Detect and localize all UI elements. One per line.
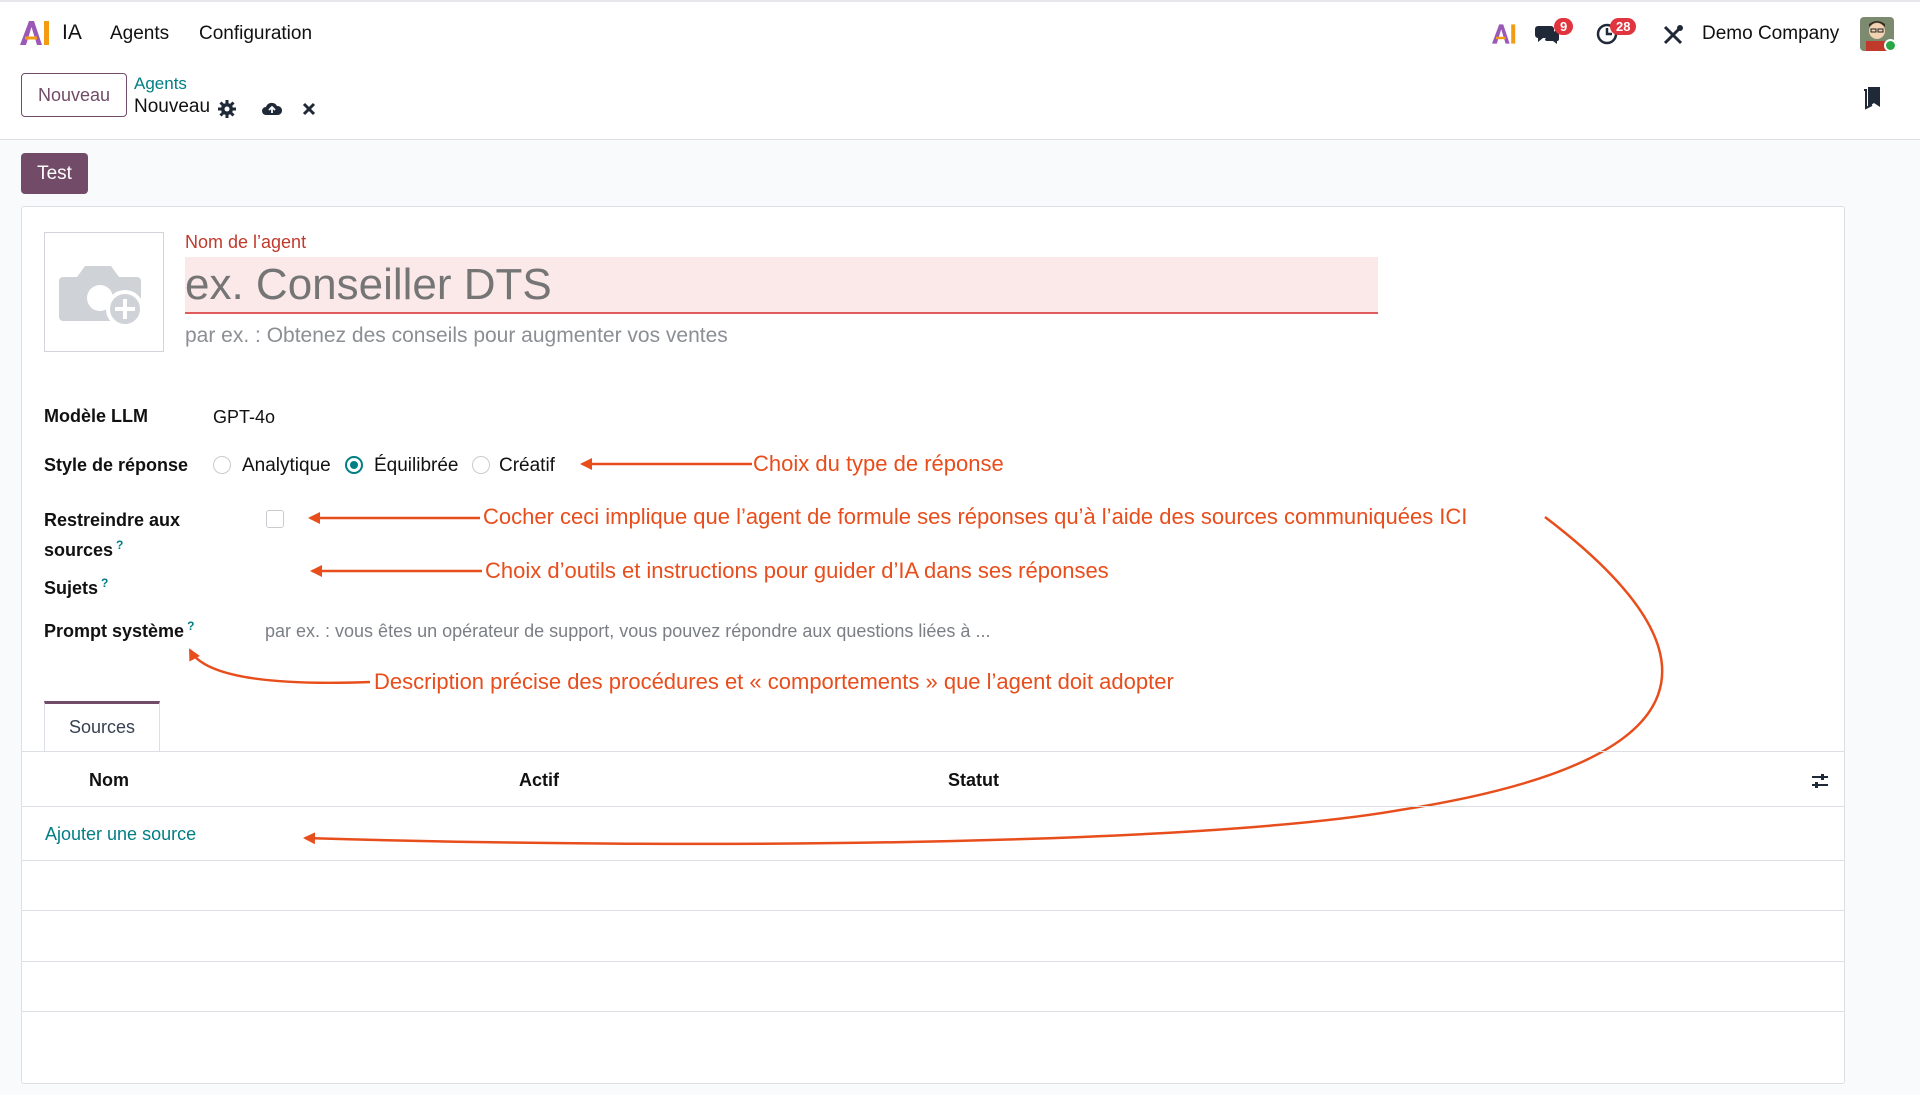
annotation-prompt: Description précise des procédures et « … (374, 669, 1174, 694)
column-statut[interactable]: Statut (948, 770, 999, 791)
annotation-topics: Choix d’outils et instructions pour guid… (485, 558, 1109, 583)
table-row (21, 961, 1845, 962)
table-row (21, 1011, 1845, 1012)
table-row (21, 910, 1845, 911)
table-row (21, 860, 1845, 861)
tab-divider (21, 751, 1845, 752)
add-source-link[interactable]: Ajouter une source (45, 824, 196, 845)
arrow-prompt (188, 648, 371, 685)
column-actif[interactable]: Actif (519, 770, 559, 791)
annotation-arrows (188, 458, 1664, 846)
table-header-divider (21, 806, 1845, 807)
optional-columns-icon[interactable] (1810, 771, 1830, 791)
column-nom[interactable]: Nom (89, 770, 129, 791)
annotation-restrict: Cocher ceci implique que l’agent de form… (483, 504, 1468, 529)
tab-sources[interactable]: Sources (44, 701, 160, 751)
annotation-style: Choix du type de réponse (753, 451, 1004, 476)
